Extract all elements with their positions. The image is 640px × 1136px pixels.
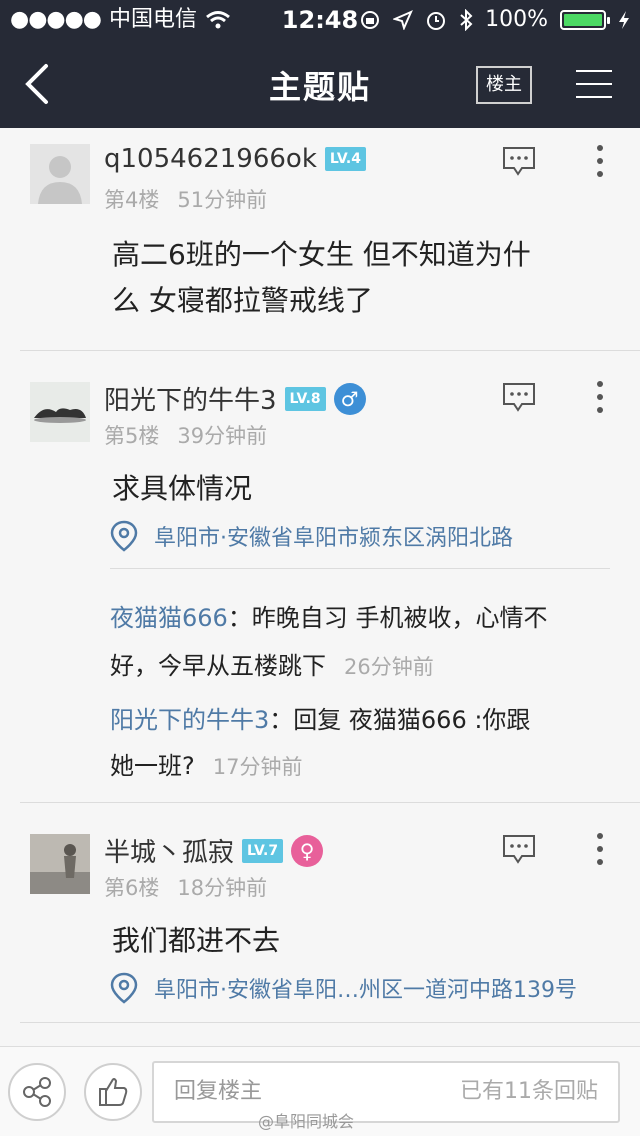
male-icon: ♂ bbox=[333, 382, 366, 415]
username-row: 半城丶孤寂 LV.7 ♀ bbox=[104, 832, 324, 869]
default-avatar-icon bbox=[38, 156, 82, 204]
post-body-line: 高二6班的一个女生 但不知道为什 bbox=[112, 238, 531, 271]
username-row: 阳光下的牛牛3 LV.8 ♂ bbox=[104, 380, 366, 417]
share-button[interactable] bbox=[8, 1063, 66, 1121]
avatar-image bbox=[30, 382, 90, 442]
post-divider bbox=[20, 1022, 640, 1023]
comment-icon[interactable] bbox=[502, 146, 536, 176]
comment-icon[interactable] bbox=[502, 382, 536, 412]
post-body: 求具体情况 bbox=[112, 466, 252, 512]
location-text: 阜阳市·安徽省阜阳市颍东区涡阳北路 bbox=[154, 526, 513, 551]
post-location[interactable]: 阜阳市·安徽省阜阳市颍东区涡阳北路 bbox=[110, 520, 513, 552]
subreply-line: 她一班? 17分钟前 bbox=[110, 746, 302, 781]
avatar[interactable] bbox=[30, 834, 90, 894]
menu-icon[interactable] bbox=[576, 68, 612, 100]
floor-number: 第5楼 bbox=[104, 424, 160, 448]
post-meta: 第5楼 39分钟前 bbox=[104, 420, 267, 450]
more-options-icon[interactable] bbox=[590, 144, 610, 178]
page-title: 主题贴 bbox=[268, 68, 371, 106]
charging-icon bbox=[619, 11, 629, 29]
reply-placeholder: 回复楼主 bbox=[174, 1079, 263, 1104]
subreply-time: 26分钟前 bbox=[344, 655, 434, 679]
battery-percent: 100% bbox=[485, 7, 548, 32]
post-divider bbox=[20, 802, 640, 803]
avatar[interactable] bbox=[30, 144, 90, 204]
subreply-line: 好，今早从五楼跳下 26分钟前 bbox=[110, 646, 434, 681]
location-pin-icon bbox=[110, 972, 138, 1004]
subreply-text: 她一班? bbox=[110, 752, 195, 780]
subreply-time: 17分钟前 bbox=[212, 755, 303, 779]
username[interactable]: 阳光下的牛牛3 bbox=[104, 380, 277, 417]
post-meta: 第4楼 51分钟前 bbox=[104, 184, 267, 214]
female-icon: ♀ bbox=[291, 834, 324, 867]
battery-icon bbox=[560, 10, 610, 30]
more-options-icon[interactable] bbox=[590, 832, 610, 866]
username[interactable]: 半城丶孤寂 bbox=[104, 832, 234, 869]
subreply-text: ：回复 夜猫猫666 :你跟 bbox=[269, 706, 531, 734]
subreply-text: 好，今早从五楼跳下 bbox=[110, 652, 326, 680]
post-body-line: 求具体情况 bbox=[112, 472, 253, 505]
subreply-text: ：昨晚自习 手机被收，心情不 bbox=[227, 604, 548, 632]
status-bar: ●●●●● 中国电信 12:48 100% bbox=[0, 0, 640, 40]
reply-input[interactable]: 回复楼主 已有11条回贴 bbox=[152, 1061, 620, 1123]
avatar[interactable] bbox=[30, 382, 90, 442]
post-floor-6: 半城丶孤寂 LV.7 ♀ 第6楼 18分钟前 我们都进不去 阜阳市·安徽省阜阳…州… bbox=[0, 804, 640, 1044]
subreply-line: 阳光下的牛牛3：回复 夜猫猫666 :你跟 bbox=[110, 700, 530, 735]
alarm-icon bbox=[427, 12, 446, 30]
subreply-author[interactable]: 阳光下的牛牛3 bbox=[110, 706, 269, 734]
post-time: 51分钟前 bbox=[177, 188, 268, 212]
avatar-image bbox=[30, 834, 90, 894]
post-divider bbox=[20, 350, 640, 351]
username[interactable]: q1054621966ok bbox=[104, 144, 317, 174]
post-floor-5: 阳光下的牛牛3 LV.8 ♂ 第5楼 39分钟前 求具体情况 阜阳市·安徽省阜阳市… bbox=[0, 352, 640, 804]
subreply-author[interactable]: 夜猫猫666 bbox=[110, 604, 228, 632]
thumbs-up-icon bbox=[99, 1078, 128, 1106]
post-body: 高二6班的一个女生 但不知道为什 么 女寝都拉警戒线了 bbox=[112, 232, 531, 324]
more-options-icon[interactable] bbox=[590, 380, 610, 414]
level-badge: LV.4 bbox=[324, 147, 366, 171]
post-body-line: 我们都进不去 bbox=[112, 924, 281, 957]
post-meta: 第6楼 18分钟前 bbox=[104, 872, 267, 902]
post-time: 39分钟前 bbox=[177, 424, 268, 448]
only-op-button[interactable]: 楼主 bbox=[476, 66, 532, 104]
bluetooth-icon bbox=[460, 9, 473, 31]
rotation-lock-icon bbox=[361, 11, 380, 29]
floor-number: 第6楼 bbox=[104, 876, 160, 900]
app-header: ●●●●● 中国电信 12:48 100% 主题贴 楼主 bbox=[0, 0, 640, 128]
location-arrow-icon bbox=[393, 10, 414, 30]
post-body-line: 么 女寝都拉警戒线了 bbox=[112, 284, 373, 317]
reply-count: 已有11条回贴 bbox=[460, 1079, 598, 1104]
navigation-bar: 主题贴 楼主 bbox=[0, 40, 640, 128]
location-text: 阜阳市·安徽省阜阳…州区一道河中路139号 bbox=[154, 978, 577, 1003]
location-pin-icon bbox=[110, 520, 138, 552]
watermark: @阜阳同城会 bbox=[258, 1112, 355, 1131]
subreply-divider bbox=[110, 568, 610, 569]
username-row: q1054621966ok LV.4 bbox=[104, 144, 366, 174]
like-button[interactable] bbox=[84, 1063, 142, 1121]
share-icon bbox=[23, 1077, 51, 1107]
post-location[interactable]: 阜阳市·安徽省阜阳…州区一道河中路139号 bbox=[110, 972, 577, 1004]
level-badge: LV.8 bbox=[284, 386, 326, 411]
floor-number: 第4楼 bbox=[104, 188, 160, 212]
post-body: 我们都进不去 bbox=[112, 918, 280, 964]
post-floor-4: q1054621966ok LV.4 第4楼 51分钟前 高二6班的一个女生 但不… bbox=[0, 128, 640, 352]
post-time: 18分钟前 bbox=[177, 876, 268, 900]
level-badge: LV.7 bbox=[242, 838, 284, 863]
comment-icon[interactable] bbox=[502, 834, 536, 864]
subreply-line: 夜猫猫666：昨晚自习 手机被收，心情不 bbox=[110, 598, 547, 633]
